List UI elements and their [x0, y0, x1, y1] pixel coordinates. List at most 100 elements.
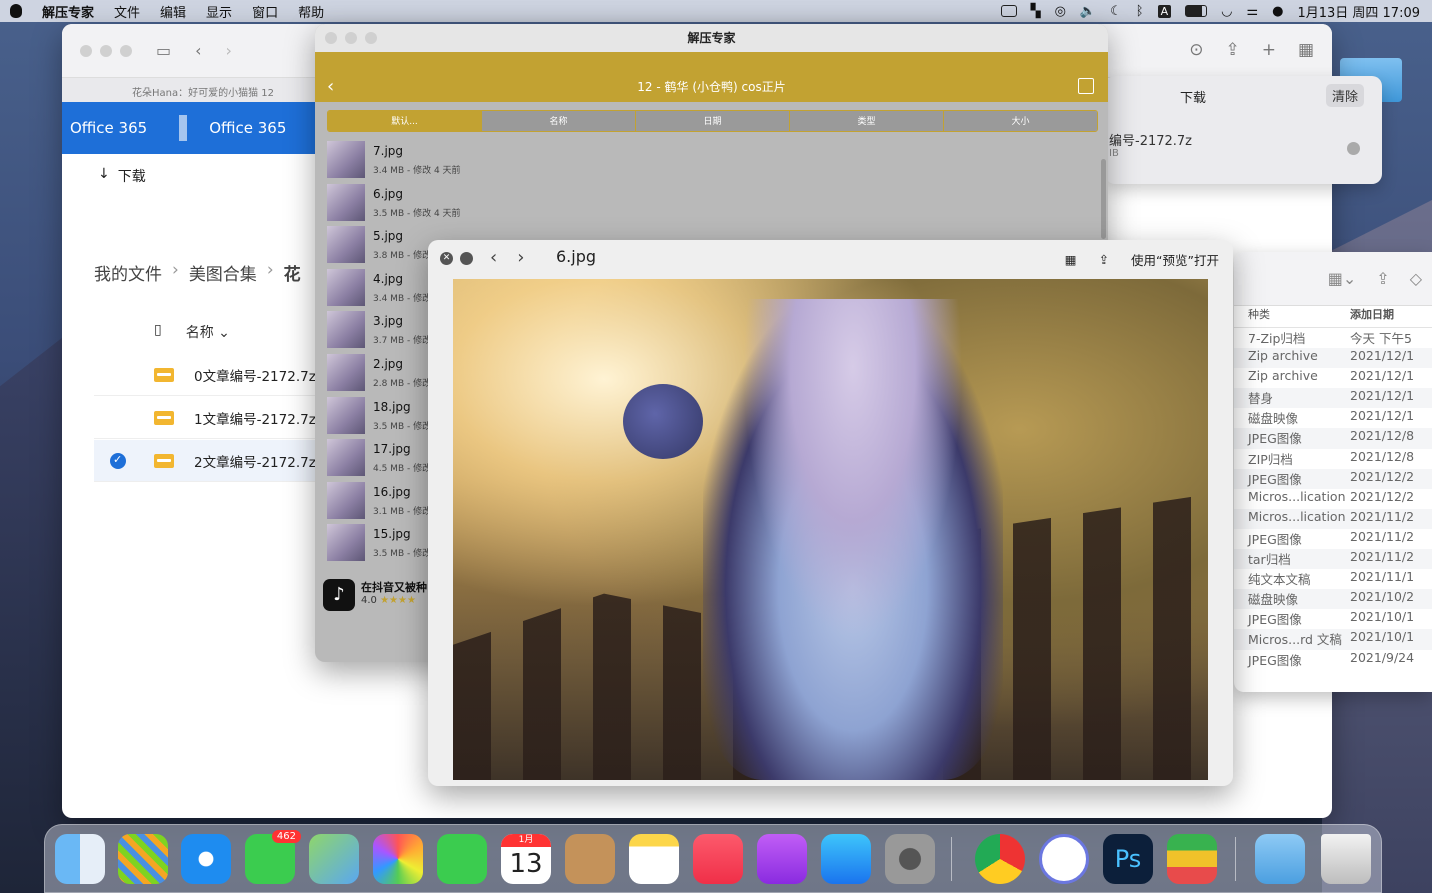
- menu-app-name[interactable]: 解压专家: [42, 2, 94, 21]
- notes-app-icon[interactable]: [629, 834, 679, 884]
- edit-icon[interactable]: [1078, 78, 1094, 94]
- ad-banner[interactable]: ♪ 在抖音又被种 4.0 ★★★★: [323, 576, 443, 612]
- system-preferences-icon[interactable]: [885, 834, 935, 884]
- previous-icon[interactable]: ‹: [490, 247, 497, 268]
- file-row[interactable]: 1文章编号-2172.7z: [94, 397, 324, 439]
- finder-row[interactable]: 磁盘映像 2021/12/1: [1234, 408, 1432, 428]
- reveal-in-finder-icon[interactable]: [1347, 142, 1360, 155]
- file-row[interactable]: 0文章编号-2172.7z: [94, 354, 324, 396]
- finder-row[interactable]: 纯文本文稿 2021/11/1: [1234, 569, 1432, 589]
- breadcrumb-album[interactable]: 美图合集: [189, 260, 257, 285]
- breadcrumb-my-files[interactable]: 我的文件: [94, 260, 162, 285]
- messages-app-icon[interactable]: 462: [245, 830, 301, 884]
- finder-row[interactable]: 7-Zip归档 今天 下午5: [1234, 328, 1432, 348]
- menu-window[interactable]: 窗口: [252, 2, 278, 21]
- share-icon[interactable]: ⇪: [1225, 40, 1239, 60]
- sidebar-icon[interactable]: ▭: [156, 41, 171, 60]
- contacts-app-icon[interactable]: [565, 834, 615, 884]
- finder-row[interactable]: Micros...lication 2021/12/2: [1234, 489, 1432, 509]
- minimize-button[interactable]: [100, 44, 112, 57]
- input-method-indicator[interactable]: A: [1157, 4, 1172, 18]
- volume-icon[interactable]: 🔈: [1080, 4, 1096, 19]
- finder-app-icon[interactable]: [55, 834, 105, 884]
- sort-date[interactable]: 日期: [635, 111, 789, 131]
- download-file-name[interactable]: 编号-2172.7z: [1109, 130, 1192, 149]
- tag-icon[interactable]: ◇: [1410, 269, 1422, 288]
- bluetooth-icon[interactable]: ᛒ: [1136, 4, 1144, 19]
- menu-view[interactable]: 显示: [206, 2, 232, 21]
- archive-item[interactable]: 7.jpg 3.4 MB - 修改 4 天前: [327, 138, 461, 181]
- screen-mirroring-icon[interactable]: [1000, 5, 1017, 17]
- appstore-app-icon[interactable]: [821, 834, 871, 884]
- open-with-preview-button[interactable]: 使用“预览”打开: [1131, 250, 1219, 269]
- music-app-icon[interactable]: [693, 834, 743, 884]
- browser-tab[interactable]: 花朵Hana：好可爱的小猫猫 12: [62, 78, 322, 102]
- bookmark-app-icon[interactable]: ▚: [1031, 4, 1041, 19]
- finder-row[interactable]: Zip archive 2021/12/1: [1234, 348, 1432, 369]
- zoom-button[interactable]: [120, 44, 132, 57]
- moon-icon[interactable]: ☾: [1110, 4, 1122, 19]
- finder-row[interactable]: JPEG图像 2021/12/8: [1234, 428, 1432, 449]
- finder-row[interactable]: Micros...rd 文稿 2021/10/1: [1234, 629, 1432, 650]
- finder-row[interactable]: Zip archive 2021/12/1: [1234, 368, 1432, 388]
- menu-edit[interactable]: 编辑: [160, 2, 186, 21]
- sort-default[interactable]: 默认...: [328, 111, 481, 131]
- downloads-stack-icon[interactable]: [1255, 834, 1305, 884]
- download-button[interactable]: ↓ 下载: [98, 166, 146, 186]
- forward-icon[interactable]: ›: [226, 41, 232, 60]
- podcasts-app-icon[interactable]: [757, 834, 807, 884]
- finder-row[interactable]: 磁盘映像 2021/10/2: [1234, 589, 1432, 610]
- photos-app-icon[interactable]: [373, 834, 423, 884]
- name-column-header[interactable]: 名称 ⌄: [186, 322, 230, 342]
- archive-item[interactable]: 6.jpg 3.5 MB - 修改 4 天前: [327, 181, 461, 224]
- chrome-app-icon[interactable]: [975, 834, 1025, 884]
- view-options-icon[interactable]: ▦⌄: [1328, 269, 1357, 288]
- safari-app-icon[interactable]: [181, 834, 231, 884]
- office365-brand[interactable]: Office 365: [62, 119, 147, 137]
- writing-app-icon[interactable]: [1039, 834, 1089, 884]
- launchpad-app-icon[interactable]: [118, 834, 168, 884]
- photoshop-app-icon[interactable]: Ps: [1103, 834, 1153, 884]
- finder-row[interactable]: ZIP归档 2021/12/8: [1234, 449, 1432, 469]
- minimize-button[interactable]: [345, 32, 357, 44]
- facetime-app-icon[interactable]: [437, 834, 487, 884]
- sort-name[interactable]: 名称: [481, 111, 635, 131]
- back-icon[interactable]: ‹: [195, 41, 201, 60]
- calendar-app-icon[interactable]: 1月 13: [501, 834, 551, 884]
- back-icon[interactable]: ‹: [327, 52, 334, 122]
- kind-column[interactable]: 种类: [1234, 306, 1350, 327]
- finder-row[interactable]: Micros...lication 2021/11/2: [1234, 508, 1432, 529]
- finder-row[interactable]: JPEG图像 2021/11/2: [1234, 529, 1432, 549]
- siri-icon[interactable]: ●: [1272, 4, 1283, 19]
- control-center-icon[interactable]: ⚌: [1246, 4, 1258, 19]
- date-added-column[interactable]: 添加日期: [1350, 306, 1394, 327]
- close-button[interactable]: [80, 44, 92, 57]
- share-icon[interactable]: ⇪: [1376, 269, 1389, 288]
- menu-file[interactable]: 文件: [114, 2, 140, 21]
- sort-size[interactable]: 大小: [943, 111, 1097, 131]
- menu-clock[interactable]: 1月13日 周四 17:09: [1297, 2, 1420, 21]
- close-icon[interactable]: ✕: [440, 252, 453, 265]
- breadcrumb-current[interactable]: 花: [284, 260, 301, 285]
- finder-row[interactable]: JPEG图像 2021/10/1: [1234, 609, 1432, 629]
- finder-row[interactable]: 替身 2021/12/1: [1234, 388, 1432, 409]
- creative-cloud-icon[interactable]: ◎: [1055, 4, 1066, 19]
- file-row-selected[interactable]: 2文章编号-2172.7z: [94, 440, 324, 482]
- next-icon[interactable]: ›: [517, 247, 524, 268]
- finder-row[interactable]: JPEG图像 2021/9/24: [1234, 650, 1432, 670]
- maps-app-icon[interactable]: [309, 834, 359, 884]
- unarchiver-app-icon[interactable]: [1167, 834, 1217, 884]
- menu-help[interactable]: 帮助: [298, 2, 324, 21]
- office365-brand-secondary[interactable]: Office 365: [201, 119, 286, 137]
- apple-menu-icon[interactable]: [10, 4, 22, 18]
- grid-view-icon[interactable]: ▦: [1065, 252, 1077, 267]
- trash-icon[interactable]: [1321, 834, 1371, 884]
- clear-downloads-button[interactable]: 清除: [1325, 84, 1364, 107]
- finder-row[interactable]: JPEG图像 2021/12/2: [1234, 468, 1432, 489]
- battery-icon[interactable]: [1185, 5, 1208, 17]
- new-tab-icon[interactable]: +: [1262, 40, 1276, 60]
- wifi-icon[interactable]: ◡: [1221, 4, 1232, 19]
- scrollbar[interactable]: [1101, 159, 1106, 239]
- checkmark-icon[interactable]: [110, 452, 126, 469]
- close-button[interactable]: [325, 32, 337, 44]
